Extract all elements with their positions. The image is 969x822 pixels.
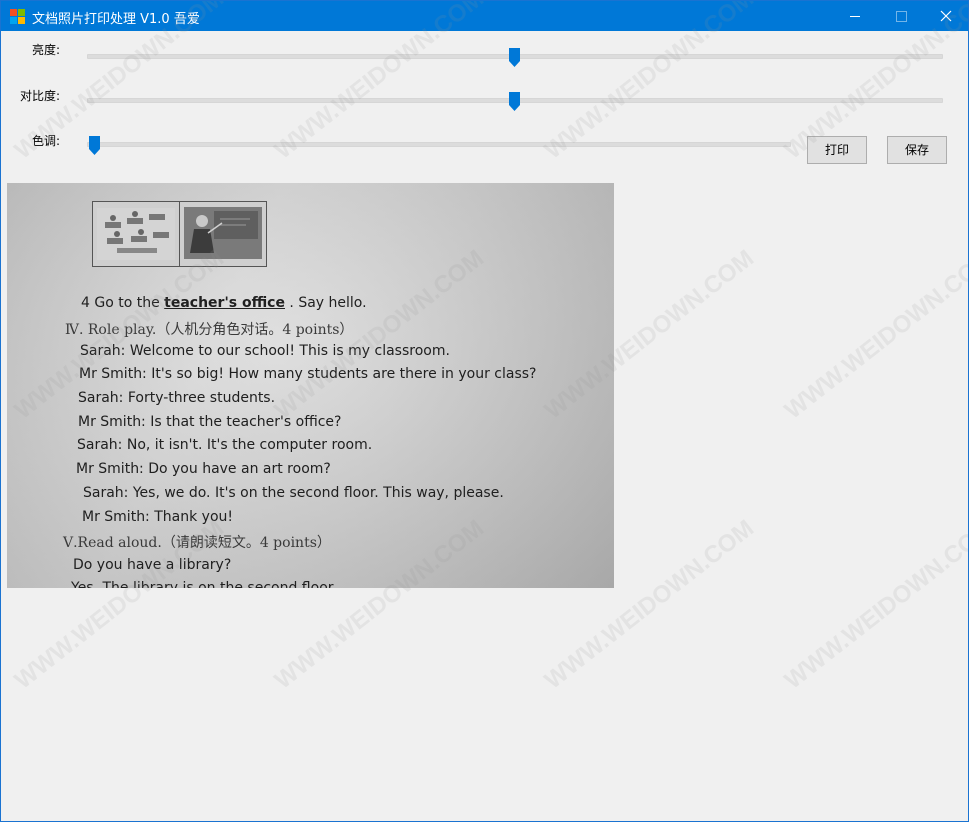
document-line: Mr Smith: Do you have an art room? <box>76 461 331 477</box>
document-line: Sarah: Yes, we do. It's on the second fl… <box>83 485 504 501</box>
illustration-frame <box>92 201 267 267</box>
brightness-slider-thumb[interactable] <box>509 48 520 67</box>
document-line: Yes. The library is on the second floor. <box>71 580 337 588</box>
hue-slider-track[interactable] <box>87 142 791 147</box>
title-bar[interactable]: 文档照片打印处理 V1.0 吾爱 <box>1 1 968 31</box>
hue-label: 色调: <box>32 134 61 148</box>
maximize-icon <box>896 11 907 22</box>
document-line: Mr Smith: It's so big! How many students… <box>79 366 537 382</box>
windows-logo-icon <box>10 9 25 24</box>
teacher-illustration <box>184 207 262 259</box>
hue-slider-thumb[interactable] <box>89 136 100 155</box>
document-line: Sarah: No, it isn't. It's the computer r… <box>77 437 373 453</box>
document-line: Ⅳ. Role play.（人机分角色对话。4 points） <box>65 322 354 338</box>
document-line: 4 Go to the teacher's office . Say hello… <box>81 295 367 311</box>
window-title: 文档照片打印处理 V1.0 吾爱 <box>32 12 200 27</box>
document-line: Ⅴ.Read aloud.（请朗读短文。4 points） <box>63 535 331 551</box>
contrast-slider-thumb[interactable] <box>509 92 520 111</box>
minimize-button[interactable] <box>832 1 878 31</box>
watermark-text: WWW.WEIDOWN.COM <box>779 514 969 695</box>
document-photo-preview: 4 Go to the teacher's office . Say hello… <box>7 183 614 588</box>
classroom-illustration <box>97 208 175 260</box>
document-line: Sarah: Welcome to our school! This is my… <box>80 343 450 359</box>
document-line: Sarah: Forty-three students. <box>78 390 276 406</box>
watermark-text: WWW.WEIDOWN.COM <box>779 244 969 425</box>
contrast-label: 对比度: <box>20 89 61 103</box>
close-button[interactable] <box>923 1 968 31</box>
maximize-button[interactable] <box>878 1 924 31</box>
document-line: Do you have a library? <box>73 557 232 573</box>
print-button[interactable]: 打印 <box>807 136 867 164</box>
document-line: Mr Smith: Thank you! <box>82 509 233 525</box>
brightness-label: 亮度: <box>32 43 61 57</box>
save-button[interactable]: 保存 <box>887 136 947 164</box>
minimize-icon <box>850 16 860 17</box>
app-window: 文档照片打印处理 V1.0 吾爱 亮度: 对比度: 色调: 打印 保存 4 Go… <box>0 0 969 822</box>
document-line: Mr Smith: Is that the teacher's office? <box>78 414 342 430</box>
close-icon <box>940 10 952 22</box>
